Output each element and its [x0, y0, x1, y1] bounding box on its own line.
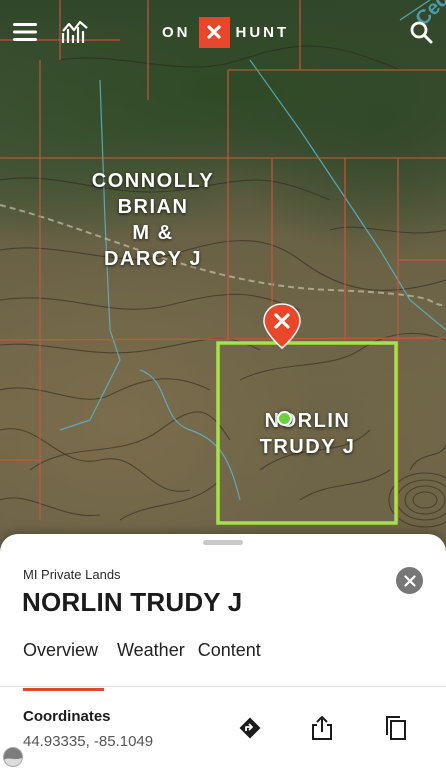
share-button[interactable]	[308, 714, 336, 742]
menu-icon[interactable]	[10, 17, 40, 47]
owner-line: M &	[132, 222, 174, 244]
owner-line: NORLIN	[264, 410, 351, 432]
tabs-divider	[0, 686, 446, 687]
coordinates-value: 44.93335, -85.1049	[23, 733, 154, 750]
app-logo: ON HUNT	[162, 16, 289, 48]
parcel-owner-label[interactable]: CONNOLLY BRIAN M & DARCY J	[80, 168, 226, 272]
parcel-detail-sheet[interactable]: MI Private Lands NORLIN TRUDY J Overview…	[0, 534, 446, 768]
copy-icon	[386, 716, 406, 740]
current-location-dot	[277, 411, 292, 426]
share-icon	[312, 716, 332, 740]
close-icon	[403, 574, 416, 587]
logo-x-icon	[198, 16, 230, 48]
owner-line: BRIAN	[117, 196, 189, 218]
map-pin-marker[interactable]	[262, 302, 302, 350]
tab-overview[interactable]: Overview	[23, 640, 104, 691]
parcel-owner-title: NORLIN TRUDY J	[22, 587, 243, 617]
close-button[interactable]	[396, 567, 423, 594]
detail-tabs: Overview Weather Content	[23, 640, 274, 691]
directions-button[interactable]	[236, 714, 264, 742]
logo-text-left: ON	[162, 23, 191, 41]
pin-icon	[263, 303, 301, 349]
search-icon[interactable]	[406, 17, 436, 47]
logo-text-right: HUNT	[235, 23, 290, 41]
selected-parcel-owner-label[interactable]: NORLIN TRUDY J	[250, 408, 365, 460]
owner-line: CONNOLLY	[91, 170, 215, 192]
owner-line: TRUDY J	[259, 436, 356, 458]
user-avatar[interactable]	[3, 747, 23, 767]
owner-line: DARCY J	[104, 248, 202, 270]
tab-weather[interactable]: Weather	[117, 640, 185, 691]
coordinates-label: Coordinates	[23, 708, 111, 725]
tab-content[interactable]: Content	[198, 640, 261, 691]
directions-icon	[239, 717, 261, 739]
land-type-label: MI Private Lands	[23, 567, 121, 582]
top-app-bar: ON HUNT	[0, 0, 446, 64]
map-layers-icon[interactable]	[60, 17, 90, 47]
sheet-drag-handle[interactable]	[203, 540, 243, 545]
copy-button[interactable]	[382, 714, 410, 742]
